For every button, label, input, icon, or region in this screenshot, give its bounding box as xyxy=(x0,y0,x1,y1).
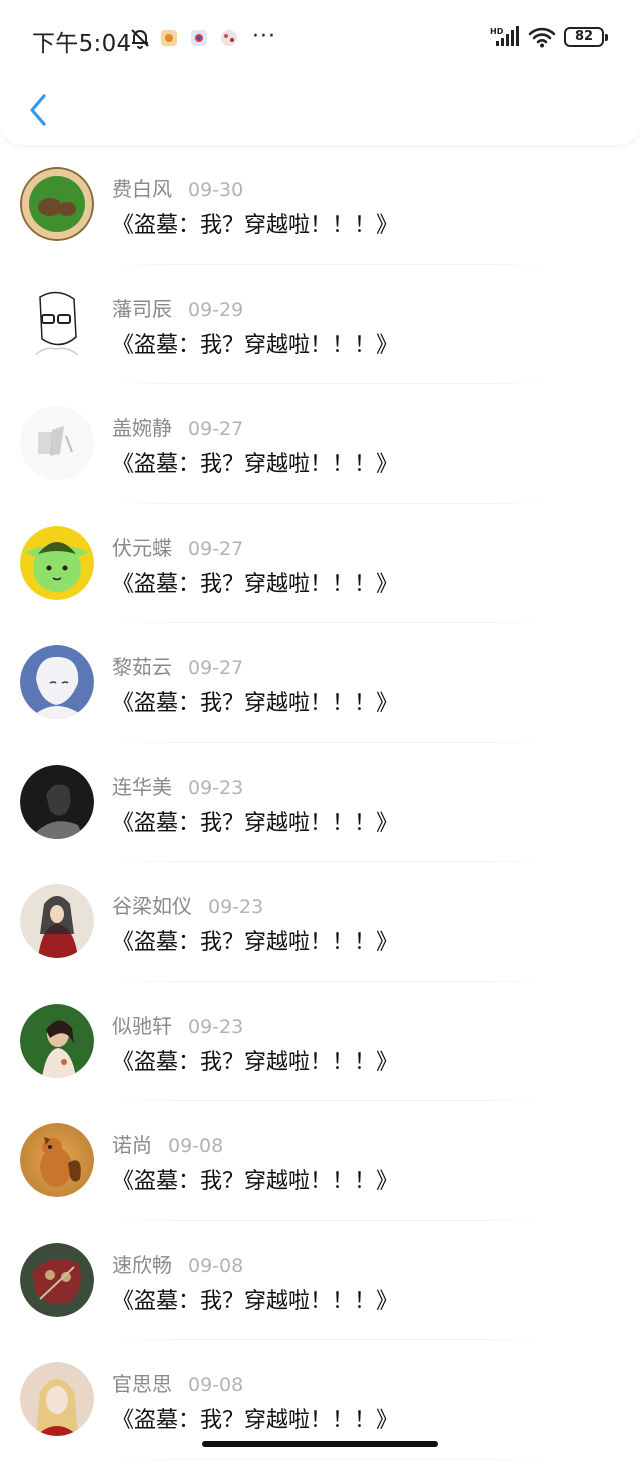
app-notification-icon xyxy=(190,29,208,51)
message-text: 《盗墓：我？穿越啦！！！》 xyxy=(112,1169,399,1194)
sender-name-text: 似驰轩 xyxy=(112,1013,172,1038)
message-date: 09-27 xyxy=(188,657,244,679)
sender-name-text: 盖婉静 xyxy=(112,416,172,440)
message-date: 09-30 xyxy=(188,179,244,201)
sender-name: 速欣畅 09-08 xyxy=(112,1249,243,1278)
message-text: 《盗墓：我？穿越啦！！！》 xyxy=(112,1288,399,1314)
sender-name-text: 费白风 xyxy=(112,177,172,201)
list-item[interactable]: 藩司辰 09-29 《盗墓：我？穿越啦！！！》 xyxy=(0,265,640,384)
list-item[interactable]: 黎茹云 09-27 《盗墓：我？穿越啦！！！》 xyxy=(0,623,640,743)
sender-name: 连华美 09-23 xyxy=(112,771,243,800)
message-text: 《盗墓：我？穿越啦！！！》 xyxy=(112,1049,399,1075)
message-date: 09-08 xyxy=(188,1374,244,1396)
message-date: 09-08 xyxy=(188,1254,244,1277)
sender-name-text: 诺尚 xyxy=(112,1133,152,1157)
list-item[interactable]: 谷梁如仪 09-23 《盗墓：我？穿越啦！！！》 xyxy=(0,862,640,982)
avatar[interactable] xyxy=(20,406,94,480)
sender-name-text: 黎茹云 xyxy=(112,655,172,679)
message-text: 《盗墓：我？穿越啦！！！》 xyxy=(112,213,399,238)
sender-name-text: 速欣畅 xyxy=(112,1252,172,1277)
avatar[interactable] xyxy=(20,1242,94,1317)
message-date: 09-27 xyxy=(188,537,244,560)
sender-name-text: 谷梁如仪 xyxy=(112,894,192,918)
message-text: 《盗墓：我？穿越啦！！！》 xyxy=(112,571,399,597)
list-item[interactable]: 费白风 09-30 《盗墓：我？穿越啦！！！》 xyxy=(0,145,640,265)
sender-name: 谷梁如仪 09-23 xyxy=(112,890,263,919)
message-date: 09-23 xyxy=(188,1015,244,1038)
battery-icon: 82 xyxy=(564,27,608,47)
list-item[interactable]: 速欣畅 09-08 《盗墓：我？穿越啦！！！》 xyxy=(0,1221,640,1340)
list-item[interactable]: 盖婉静 09-27 《盗墓：我？穿越啦！！！》 xyxy=(0,384,640,504)
message-text: 《盗墓：我？穿越啦！！！》 xyxy=(112,691,399,716)
message-date: 09-29 xyxy=(188,298,244,321)
home-indicator[interactable] xyxy=(202,1441,438,1447)
list-item[interactable]: 伏元蝶 09-27 《盗墓：我？穿越啦！！！》 xyxy=(0,504,640,623)
status-time: 下午5:04 xyxy=(32,31,132,57)
chevron-left-icon xyxy=(30,94,46,126)
top-bar: 下午5:04 ··· HD 82 xyxy=(0,0,640,145)
avatar[interactable] xyxy=(20,286,94,361)
avatar[interactable] xyxy=(20,167,94,241)
hd-signal-icon: HD xyxy=(490,26,522,52)
avatar[interactable] xyxy=(20,884,94,958)
message-date: 09-23 xyxy=(208,896,264,918)
app-notification-icon xyxy=(220,29,238,51)
avatar[interactable] xyxy=(20,764,94,839)
avatar[interactable] xyxy=(20,645,94,719)
list-item[interactable]: 诺尚 09-08 《盗墓：我？穿越啦！！！》 xyxy=(0,1101,640,1221)
battery-level: 82 xyxy=(574,29,594,44)
list-item[interactable]: 连华美 09-23 《盗墓：我？穿越啦！！！》 xyxy=(0,743,640,862)
bell-off-icon xyxy=(128,26,152,54)
avatar[interactable] xyxy=(20,1003,94,1078)
message-text: 《盗墓：我？穿越啦！！！》 xyxy=(112,810,399,836)
sender-name: 伏元蝶 09-27 xyxy=(112,532,243,561)
message-date: 09-23 xyxy=(188,776,244,799)
message-date: 09-27 xyxy=(188,418,244,440)
sender-name: 官思思 09-08 xyxy=(112,1368,243,1397)
avatar[interactable] xyxy=(20,525,94,600)
message-text: 《盗墓：我？穿越啦！！！》 xyxy=(112,332,399,358)
sender-name: 藩司辰 09-29 xyxy=(112,293,243,322)
avatar[interactable] xyxy=(20,1123,94,1197)
avatar[interactable] xyxy=(20,1362,94,1436)
message-date: 09-08 xyxy=(168,1135,224,1157)
sender-name: 盖婉静 09-27 xyxy=(112,412,243,441)
sender-name-text: 藩司辰 xyxy=(112,296,172,321)
sender-name: 黎茹云 09-27 xyxy=(112,651,243,680)
divider xyxy=(112,1458,550,1460)
more-dots-icon: ··· xyxy=(252,24,276,49)
app-notification-icon xyxy=(160,29,178,51)
status-bar: 下午5:04 ··· HD 82 xyxy=(0,0,640,76)
message-list: 费白风 09-30 《盗墓：我？穿越啦！！！》 藩司辰 09-29 《盗墓：我？穿越… xyxy=(0,145,640,1460)
message-text: 《盗墓：我？穿越啦！！！》 xyxy=(112,930,399,955)
back-button[interactable] xyxy=(18,90,58,130)
list-item[interactable]: 似驰轩 09-23 《盗墓：我？穿越啦！！！》 xyxy=(0,982,640,1101)
sender-name: 似驰轩 09-23 xyxy=(112,1010,243,1039)
wifi-icon xyxy=(528,26,556,52)
svg-text:HD: HD xyxy=(490,27,504,36)
message-text: 《盗墓：我？穿越啦！！！》 xyxy=(112,452,399,477)
sender-name: 费白风 09-30 xyxy=(112,173,243,202)
sender-name-text: 连华美 xyxy=(112,774,172,799)
message-text: 《盗墓：我？穿越啦！！！》 xyxy=(112,1408,399,1433)
sender-name-text: 官思思 xyxy=(112,1372,172,1396)
sender-name: 诺尚 09-08 xyxy=(112,1129,223,1158)
sender-name-text: 伏元蝶 xyxy=(112,535,172,560)
